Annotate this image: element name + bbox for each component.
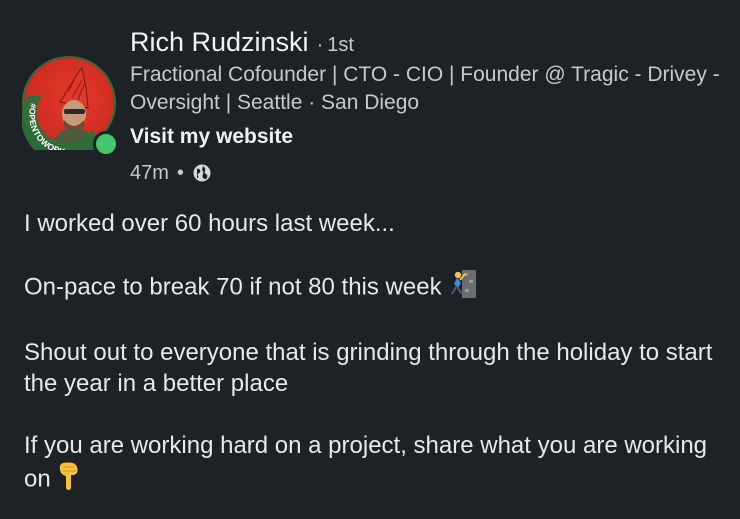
person-climbing-emoji-icon — [448, 270, 478, 306]
post-paragraph: On-pace to break 70 if not 80 this week — [24, 270, 724, 306]
post-meta: 47m • — [130, 159, 212, 187]
connection-degree: 1st — [327, 34, 354, 56]
post-paragraph-text: If you are working hard on a project, sh… — [24, 432, 708, 493]
post-time: 47m — [130, 162, 169, 184]
post-paragraph: I worked over 60 hours last week... — [24, 208, 724, 239]
post-card: #OPENTOWORK Rich Rudzinski·1st Fractiona… — [0, 0, 740, 519]
post-paragraph: Shout out to everyone that is grinding t… — [24, 337, 724, 399]
author-name[interactable]: Rich Rudzinski — [130, 27, 309, 57]
degree-separator: · — [316, 34, 324, 56]
post-body: I worked over 60 hours last week... On-p… — [24, 208, 724, 519]
post-paragraph: If you are working hard on a project, sh… — [24, 430, 724, 499]
post-paragraph-text: I worked over 60 hours last week... — [24, 210, 395, 237]
meta-separator: • — [176, 162, 184, 184]
post-paragraph-text: On-pace to break 70 if not 80 this week — [24, 273, 442, 301]
globe-icon — [192, 163, 212, 183]
author-name-line: Rich Rudzinski · 1st — [130, 26, 354, 63]
author-headline: Fractional Cofounder | CTO - CIO | Found… — [130, 63, 720, 114]
visit-website-link[interactable]: Visit my website — [130, 123, 293, 151]
pointing-down-emoji-icon — [57, 461, 81, 499]
online-status-dot — [93, 131, 119, 157]
post-paragraph-text: Shout out to everyone that is grinding t… — [24, 339, 713, 397]
